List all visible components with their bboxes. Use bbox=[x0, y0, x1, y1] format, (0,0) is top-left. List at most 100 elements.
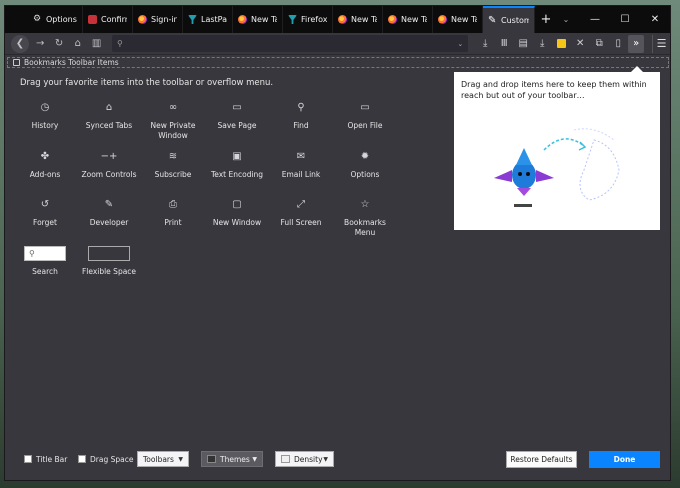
toolbars-label: Toolbars bbox=[143, 454, 174, 464]
url-bar[interactable]: ⚲ ⌄ bbox=[112, 35, 469, 52]
palette-item-label: Bookmarks Menu bbox=[344, 218, 386, 237]
tab[interactable]: New Tab bbox=[233, 6, 283, 33]
title-bar-checkbox[interactable]: Title Bar bbox=[24, 455, 67, 464]
palette-item[interactable]: ≋ Subscribe bbox=[141, 150, 205, 180]
puzzle-icon: ✤ bbox=[40, 151, 50, 163]
reader-icon[interactable]: ▯ bbox=[609, 35, 627, 53]
palette-item[interactable]: ⤢ Full Screen bbox=[269, 198, 333, 228]
palette-item[interactable]: ↺ Forget bbox=[13, 198, 77, 228]
palette-item[interactable]: ⌂ Synced Tabs bbox=[77, 101, 141, 131]
toolbar-icons: ⤓ Ⅲ ▤ ⤓ ✕ ⧉ ▯ » bbox=[476, 34, 645, 53]
download-icon[interactable]: ⤓ bbox=[476, 35, 494, 53]
density-dropdown[interactable]: Density ▼ bbox=[275, 451, 334, 467]
mail-icon: ✉ bbox=[296, 151, 306, 163]
palette-item[interactable]: ▢ New Window bbox=[205, 198, 269, 228]
forward-button[interactable]: → bbox=[31, 35, 50, 53]
forget-icon: ↺ bbox=[40, 199, 50, 211]
magnifier-icon: ⚲ bbox=[297, 102, 305, 114]
tab-label: Customize bbox=[501, 16, 529, 25]
restore-defaults-button[interactable]: Restore Defaults bbox=[506, 450, 577, 468]
palette-item[interactable]: ▭ Open File bbox=[333, 101, 397, 131]
checkbox-box[interactable] bbox=[24, 455, 32, 463]
bookmark-icon bbox=[13, 59, 20, 66]
open-folder-icon: ▭ bbox=[360, 102, 370, 114]
lastpass-icon bbox=[188, 15, 197, 24]
palette-item[interactable]: ✹ Options bbox=[333, 150, 397, 180]
tab-label: Options bbox=[46, 15, 77, 24]
browser-window: ⚙ Options Confirm Sign-in LastPass New Tab Fir… bbox=[4, 5, 671, 481]
close-x-icon[interactable]: ✕ bbox=[571, 35, 589, 53]
extension-yellow-icon[interactable] bbox=[552, 35, 570, 53]
chevron-down-icon: ▼ bbox=[252, 455, 257, 463]
tab[interactable]: Confirm bbox=[83, 6, 133, 33]
encoding-icon: ▣ bbox=[232, 151, 242, 163]
tab[interactable]: New Tab bbox=[433, 6, 483, 33]
fullscreen-icon: ⤢ bbox=[297, 199, 305, 211]
palette-item[interactable]: ∞ New Private Window bbox=[141, 101, 205, 140]
palette-item[interactable]: ☆ Bookmarks Menu bbox=[333, 198, 397, 237]
palette-item-label: Print bbox=[164, 218, 182, 227]
palette-item[interactable]: ⚲ Find bbox=[269, 101, 333, 131]
bookmarks-menu-icon: ☆ bbox=[360, 199, 370, 211]
flexible-space bbox=[88, 246, 130, 261]
window-icon: ▢ bbox=[232, 199, 242, 211]
tab[interactable]: New Tab bbox=[333, 6, 383, 33]
home-button[interactable]: ⌂ bbox=[68, 35, 87, 53]
maximize-button[interactable]: ☐ bbox=[610, 6, 640, 33]
tab[interactable]: Sign-in bbox=[133, 6, 183, 33]
new-tab-button[interactable]: + bbox=[535, 6, 557, 33]
firefox-icon bbox=[338, 15, 347, 24]
chevron-down-icon: ▼ bbox=[178, 455, 183, 463]
done-button[interactable]: Done bbox=[589, 450, 660, 468]
tab[interactable]: ⚙ Options bbox=[5, 6, 83, 33]
copy-icon[interactable]: ⧉ bbox=[590, 35, 608, 53]
hamburger-menu-icon[interactable]: ☰ bbox=[652, 34, 670, 53]
palette-item[interactable]: ✤ Add-ons bbox=[13, 150, 77, 180]
library-icon[interactable]: Ⅲ bbox=[495, 35, 513, 53]
tab[interactable]: New Tab bbox=[383, 6, 433, 33]
checkbox-box[interactable] bbox=[78, 455, 86, 463]
density-icon bbox=[281, 455, 290, 463]
toolbars-dropdown[interactable]: Toolbars ▼ bbox=[137, 451, 189, 467]
list-all-tabs-icon[interactable]: ⌄ bbox=[557, 6, 575, 33]
palette-item-label: Subscribe bbox=[154, 170, 192, 179]
close-button[interactable]: ✕ bbox=[640, 6, 670, 33]
palette-item-label: New Window bbox=[212, 218, 262, 227]
tab[interactable]: ✎ Customize bbox=[483, 6, 535, 33]
tab[interactable]: Firefox bbox=[283, 6, 333, 33]
firefox-icon bbox=[238, 15, 247, 24]
overflow-menu-icon[interactable]: » bbox=[628, 34, 645, 53]
palette-item-label: Add-ons bbox=[29, 170, 61, 179]
palette-item[interactable]: ✎ Developer bbox=[77, 198, 141, 228]
window-controls: — ☐ ✕ bbox=[580, 6, 670, 33]
tab[interactable]: LastPass bbox=[183, 6, 233, 33]
customize-footer: Title Bar Drag Space Toolbars ▼ Themes ▼… bbox=[5, 449, 670, 469]
downloads-icon[interactable]: ⤓ bbox=[533, 35, 551, 53]
firefox-icon bbox=[438, 15, 447, 24]
palette-item[interactable]: ✉ Email Link bbox=[269, 150, 333, 180]
bookmarks-toolbar-label: Bookmarks Toolbar Items bbox=[24, 58, 119, 67]
themes-dropdown[interactable]: Themes ▼ bbox=[201, 451, 263, 467]
palette-item-label: Developer bbox=[89, 218, 129, 227]
palette-item[interactable]: ⎙ Print bbox=[141, 198, 205, 228]
mask-icon: ∞ bbox=[168, 102, 178, 114]
sidebar-button[interactable]: ▥ bbox=[87, 35, 106, 53]
reload-button[interactable]: ↻ bbox=[50, 35, 69, 53]
back-button[interactable]: ❮ bbox=[11, 34, 29, 53]
firefox-icon bbox=[138, 15, 147, 24]
palette-item[interactable]: ▭ Save Page bbox=[205, 101, 269, 131]
minimize-button[interactable]: — bbox=[580, 6, 610, 33]
palette-item-label: Find bbox=[293, 121, 309, 130]
palette-item[interactable]: Flexible Space bbox=[77, 246, 141, 277]
brush-icon: ✎ bbox=[488, 15, 497, 26]
bookmarks-toolbar-items[interactable]: Bookmarks Toolbar Items bbox=[7, 57, 669, 68]
chevron-down-icon[interactable]: ⌄ bbox=[457, 40, 463, 48]
palette-item-label: Text Encoding bbox=[210, 170, 264, 179]
palette-item[interactable]: ◷ History bbox=[13, 101, 77, 131]
palette-item[interactable]: ▣ Text Encoding bbox=[205, 150, 269, 180]
palette-item[interactable]: ⚲ Search bbox=[13, 246, 77, 277]
theme-swatch-icon bbox=[207, 455, 216, 463]
palette-item[interactable]: −+ Zoom Controls bbox=[77, 150, 141, 180]
drag-space-checkbox[interactable]: Drag Space bbox=[78, 455, 133, 464]
synced-tabs-icon[interactable]: ▤ bbox=[514, 35, 532, 53]
